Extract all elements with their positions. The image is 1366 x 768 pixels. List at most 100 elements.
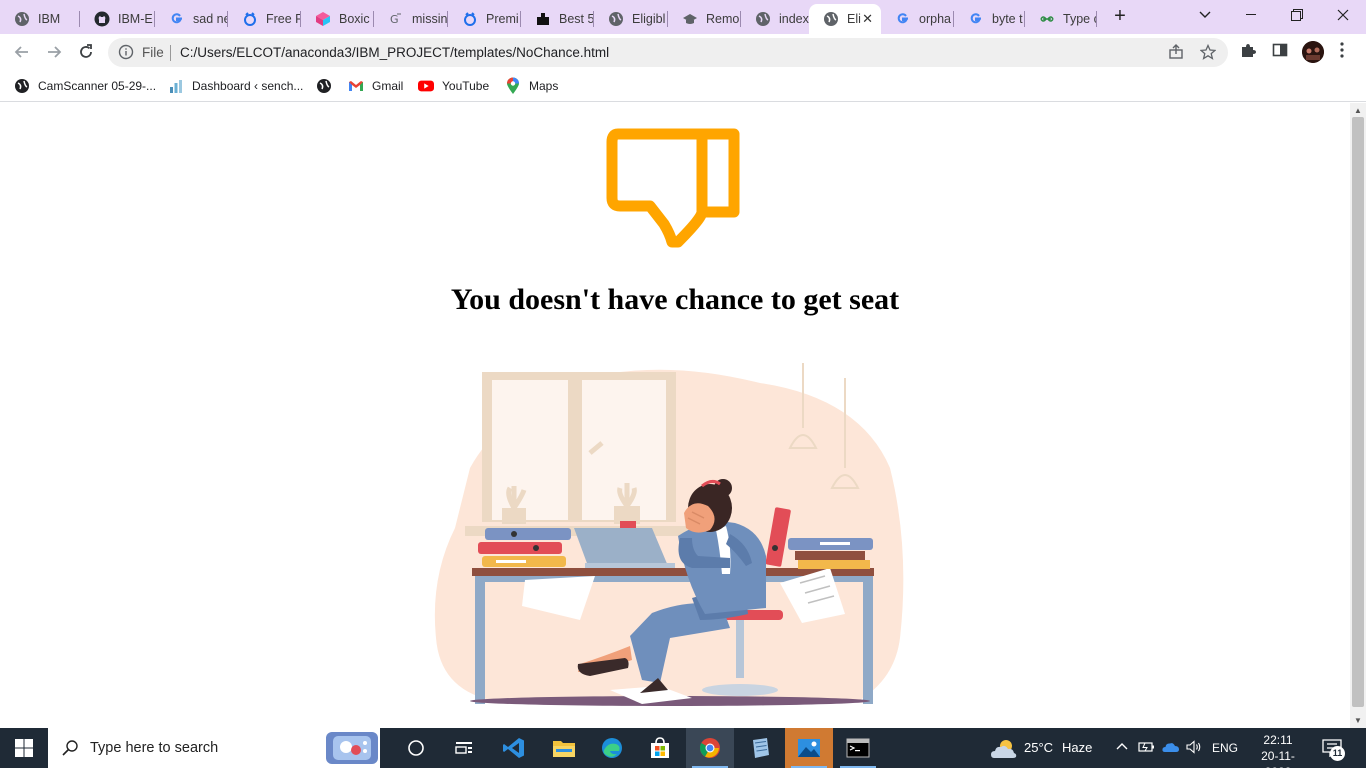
- tab-12[interactable]: orpha: [881, 4, 954, 34]
- globe-icon: [14, 78, 30, 94]
- tab-10[interactable]: index: [741, 4, 809, 34]
- bookmarks-bar: CamScanner 05-29-... Dashboard ‹ sench..…: [0, 70, 1366, 102]
- tab-label: Remo: [706, 12, 740, 26]
- share-icon[interactable]: [1168, 44, 1184, 65]
- back-button[interactable]: [8, 38, 36, 66]
- tab-label: orpha: [919, 12, 951, 26]
- scroll-down-arrow-icon[interactable]: ▼: [1354, 716, 1362, 725]
- battery-icon[interactable]: [1138, 740, 1156, 757]
- side-panel-icon[interactable]: [1272, 42, 1288, 63]
- tab-8[interactable]: Eligibl: [594, 4, 668, 34]
- tab-11-active[interactable]: Eli ✕: [809, 4, 881, 34]
- widgets-button[interactable]: [440, 728, 488, 768]
- address-bar[interactable]: File C:/Users/ELCOT/anaconda3/IBM_PROJEC…: [108, 38, 1228, 67]
- tab-14[interactable]: Type c: [1025, 4, 1097, 34]
- volume-speaker-icon[interactable]: [1186, 740, 1204, 757]
- weather-condition[interactable]: Haze: [1062, 740, 1092, 755]
- onedrive-cloud-icon[interactable]: [1162, 740, 1180, 757]
- kebab-menu-icon[interactable]: [1340, 42, 1344, 63]
- vscode-app-icon[interactable]: [490, 728, 538, 768]
- tab-13[interactable]: byte t: [954, 4, 1025, 34]
- weather-cloud-icon: [990, 738, 1018, 765]
- taskbar-clock[interactable]: 22:11 20-11-2022: [1252, 732, 1304, 768]
- clock-date: 20-11-2022: [1261, 749, 1295, 768]
- store-app-icon[interactable]: [636, 728, 684, 768]
- geeksforgeeks-icon: [1039, 11, 1055, 27]
- tab-label: Free P: [266, 12, 301, 26]
- file-explorer-app-icon[interactable]: [540, 728, 588, 768]
- search-icon: [62, 740, 78, 756]
- tab-3[interactable]: Free P: [228, 4, 301, 34]
- browser-toolbar: File C:/Users/ELCOT/anaconda3/IBM_PROJEC…: [0, 34, 1366, 70]
- bookmark-label: Maps: [529, 79, 559, 93]
- tab-label: Type c: [1063, 12, 1097, 26]
- forward-button[interactable]: [40, 38, 68, 66]
- tab-label: index: [779, 12, 809, 26]
- tab-label: Best 5: [559, 12, 594, 26]
- edge-app-icon[interactable]: [588, 728, 636, 768]
- tab-6[interactable]: Premi: [448, 4, 521, 34]
- tab-label: IBM: [38, 12, 61, 26]
- weather-temperature[interactable]: 25°C: [1024, 740, 1053, 755]
- tab-label: Premi: [486, 12, 519, 26]
- notebook-app-icon[interactable]: [736, 728, 784, 768]
- tab-0[interactable]: IBM: [0, 4, 80, 34]
- github-icon: [94, 11, 110, 27]
- task-view-button[interactable]: [392, 728, 440, 768]
- tab-label: sad ne: [193, 12, 228, 26]
- scroll-up-arrow-icon[interactable]: ▲: [1354, 106, 1362, 115]
- info-icon[interactable]: [118, 44, 134, 65]
- start-button[interactable]: [0, 728, 48, 768]
- search-highlight-icon[interactable]: [326, 732, 378, 764]
- thumbs-down-icon: [606, 128, 740, 248]
- bookmark-maps[interactable]: Maps: [505, 76, 558, 96]
- url-text[interactable]: C:/Users/ELCOT/anaconda3/IBM_PROJECT/tem…: [180, 45, 609, 60]
- photos-app-icon[interactable]: [785, 728, 833, 768]
- youtube-icon: [418, 78, 434, 94]
- restore-button[interactable]: [1274, 0, 1320, 30]
- close-window-button[interactable]: [1320, 0, 1366, 30]
- minimize-button[interactable]: [1228, 0, 1274, 30]
- bookmark-dashboard[interactable]: Dashboard ‹ sench...: [168, 76, 303, 96]
- tray-chevron-up-icon[interactable]: [1116, 738, 1128, 757]
- notifications-icon[interactable]: 11: [1322, 737, 1346, 761]
- close-tab-icon[interactable]: ✕: [862, 11, 873, 27]
- tab-label: Eligibl: [632, 12, 666, 26]
- google-icon: [895, 11, 911, 27]
- tab-label: missin: [412, 12, 448, 26]
- bookmark-gmail[interactable]: Gmail: [348, 76, 403, 96]
- google-icon: [968, 11, 984, 27]
- tab-1[interactable]: IBM-E: [80, 4, 155, 34]
- terminal-app-icon[interactable]: [834, 728, 882, 768]
- tab-7[interactable]: Best 5: [521, 4, 594, 34]
- vertical-scrollbar[interactable]: ▲ ▼: [1350, 103, 1366, 728]
- star-icon[interactable]: [1199, 43, 1217, 65]
- bookmark-label: Dashboard ‹ sench...: [192, 79, 304, 93]
- gmail-icon: [348, 78, 364, 94]
- tab-search-chevron-icon[interactable]: [1182, 0, 1228, 30]
- bookmark-camscanner[interactable]: CamScanner 05-29-...: [14, 76, 156, 96]
- search-placeholder: Type here to search: [90, 740, 219, 756]
- windows-logo-icon: [15, 739, 33, 757]
- graduation-icon: [682, 11, 698, 27]
- tab-separator: [1096, 11, 1097, 27]
- bookmark-youtube[interactable]: YouTube: [418, 76, 489, 96]
- tab-5[interactable]: G missin: [374, 4, 448, 34]
- tab-label: Eli: [847, 12, 861, 26]
- flaticon-icon: [462, 11, 478, 27]
- windows-taskbar: Type here to search 25°C Haze ENG 22:11 …: [0, 728, 1366, 768]
- new-tab-button[interactable]: +: [1108, 5, 1132, 29]
- bookmark-label: YouTube: [442, 79, 490, 93]
- chrome-app-icon[interactable]: [686, 728, 734, 768]
- reload-button[interactable]: [72, 38, 100, 66]
- tab-9[interactable]: Remo: [668, 4, 741, 34]
- tab-4[interactable]: Boxic: [301, 4, 374, 34]
- input-language[interactable]: ENG: [1212, 741, 1238, 755]
- taskbar-search-box[interactable]: Type here to search: [48, 728, 380, 768]
- tab-2[interactable]: sad ne: [155, 4, 228, 34]
- google-icon: [169, 11, 185, 27]
- scrollbar-thumb[interactable]: [1352, 117, 1364, 707]
- extensions-puzzle-icon[interactable]: [1240, 42, 1256, 63]
- bookmark-globe[interactable]: [316, 76, 340, 96]
- profile-avatar[interactable]: [1302, 41, 1324, 63]
